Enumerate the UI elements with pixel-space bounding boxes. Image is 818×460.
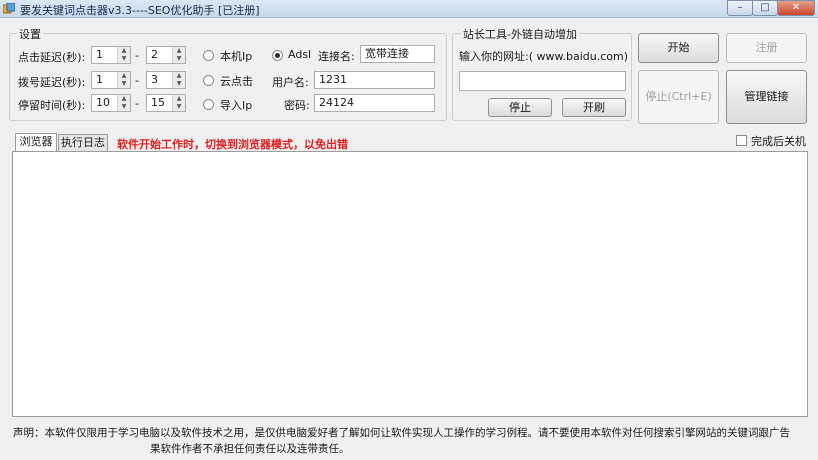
password-label: 密码: [284, 99, 310, 112]
range-separator: - [135, 74, 139, 87]
browser-mode-warning: 软件开始工作时，切换到浏览器模式，以免出错 [117, 138, 348, 151]
dial-delay-label: 拨号延迟(秒): [18, 76, 86, 89]
import-ip-label: 导入Ip [220, 99, 253, 112]
close-button[interactable]: ✕ [777, 0, 815, 16]
settings-group-title: 设置 [17, 26, 43, 42]
register-button[interactable]: 注册 [726, 33, 807, 63]
connection-name-label: 连接名: [318, 50, 355, 63]
username-input[interactable]: 1231 [314, 71, 435, 89]
stay-time-from-stepper[interactable]: 10 ▲ ▼ [91, 94, 131, 112]
stepper-down-icon[interactable]: ▼ [173, 103, 185, 111]
stay-time-to-stepper[interactable]: 15 ▲ ▼ [146, 94, 186, 112]
stepper-down-icon[interactable]: ▼ [173, 55, 185, 63]
webmaster-stop-button[interactable]: 停止 [488, 98, 552, 117]
url-prompt-label: 输入你的网址:( www.baidu.com) [459, 50, 628, 63]
import-ip-radio[interactable] [203, 99, 214, 110]
webmaster-start-button[interactable]: 开刷 [562, 98, 626, 117]
cloud-click-label: 云点击 [220, 75, 253, 88]
range-separator: - [135, 97, 139, 110]
stepper-down-icon[interactable]: ▼ [173, 80, 185, 88]
local-ip-label: 本机Ip [220, 50, 253, 63]
tab-execution-log[interactable]: 执行日志 [58, 134, 108, 151]
stepper-down-icon[interactable]: ▼ [118, 80, 130, 88]
dial-delay-from-stepper[interactable]: 1 ▲ ▼ [91, 71, 131, 89]
window-title: 要发关键词点击器v3.3----SEO优化助手 [已注册] [20, 4, 260, 17]
maximize-button[interactable]: □ [752, 0, 778, 16]
stay-time-label: 停留时间(秒): [18, 99, 86, 112]
cloud-click-radio[interactable] [203, 75, 214, 86]
shutdown-checkbox[interactable] [736, 135, 747, 146]
username-label: 用户名: [272, 76, 309, 89]
range-separator: - [135, 49, 139, 62]
stepper-down-icon[interactable]: ▼ [118, 55, 130, 63]
url-input[interactable] [459, 71, 626, 91]
stepper-down-icon[interactable]: ▼ [118, 103, 130, 111]
dial-delay-to-stepper[interactable]: 3 ▲ ▼ [146, 71, 186, 89]
start-button[interactable]: 开始 [638, 33, 719, 63]
adsl-radio[interactable] [272, 50, 283, 61]
app-icon [3, 3, 15, 14]
local-ip-radio[interactable] [203, 50, 214, 61]
adsl-label: Adsl [288, 48, 312, 61]
password-input[interactable]: 24124 [314, 94, 435, 112]
disclaimer-line-1: 声明：本软件仅限用于学习电脑以及软件技术之用，是仅供电脑爱好者了解如何让软件实现… [13, 427, 790, 439]
disclaimer-line-2: 果软件作者不承担任何责任以及连带责任。 [150, 443, 350, 455]
connection-name-input[interactable]: 宽带连接 [360, 45, 435, 63]
title-bar[interactable]: 要发关键词点击器v3.3----SEO优化助手 [已注册] – □ ✕ [0, 0, 818, 18]
tab-browser[interactable]: 浏览器 [15, 133, 57, 152]
webmaster-group-title: 站长工具-外链自动增加 [461, 26, 579, 42]
stop-button[interactable]: 停止(Ctrl+E) [638, 70, 719, 124]
click-delay-to-stepper[interactable]: 2 ▲ ▼ [146, 46, 186, 64]
click-delay-from-stepper[interactable]: 1 ▲ ▼ [91, 46, 131, 64]
shutdown-label: 完成后关机 [751, 135, 806, 148]
browser-panel[interactable] [12, 151, 808, 417]
minimize-button[interactable]: – [727, 0, 753, 16]
manage-links-button[interactable]: 管理链接 [726, 70, 807, 124]
click-delay-label: 点击延迟(秒): [18, 51, 86, 64]
